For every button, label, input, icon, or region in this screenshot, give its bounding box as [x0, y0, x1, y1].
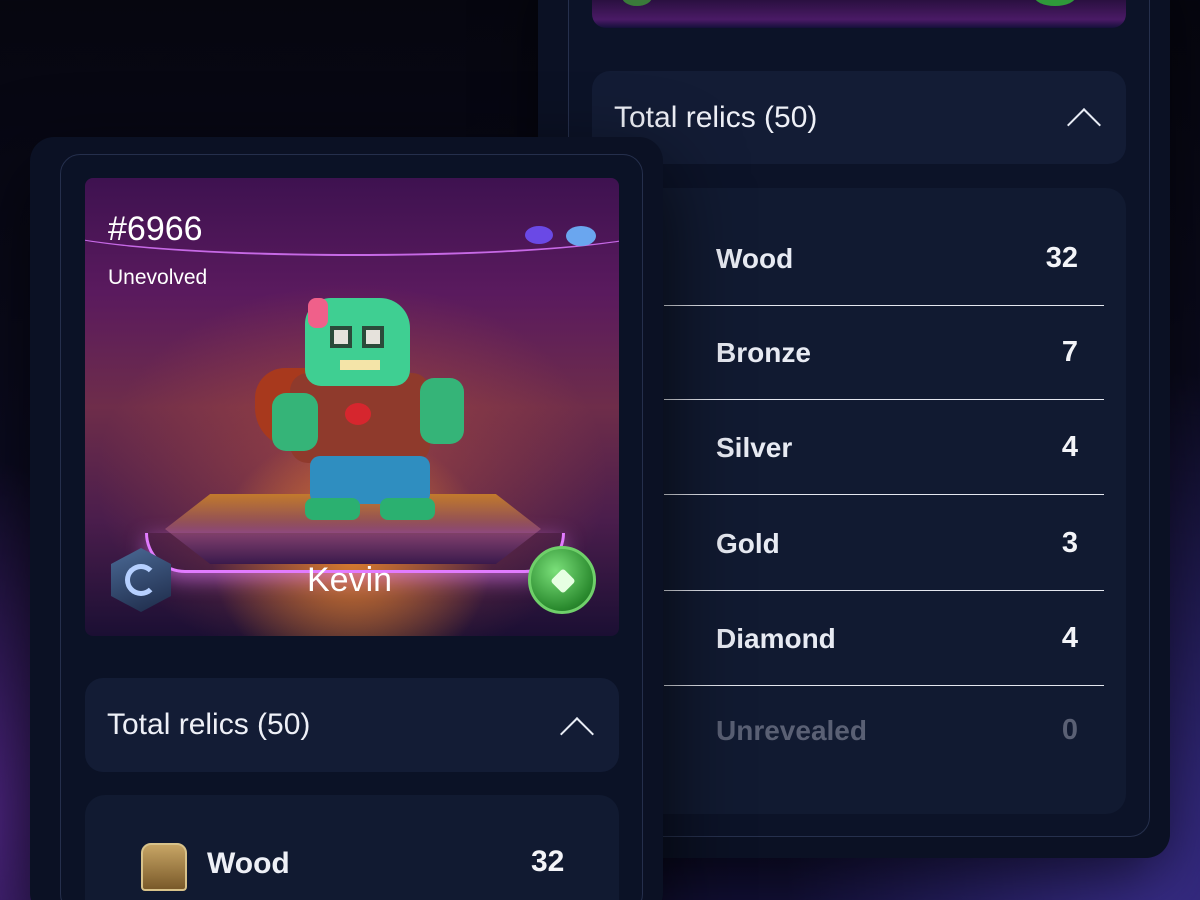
relic-count: 32	[1045, 242, 1078, 274]
relic-label: Bronze	[716, 337, 811, 368]
nft-hero-image[interactable]: #6966 Unevolved Kevin	[85, 178, 619, 636]
nft-name: Kevin	[307, 561, 393, 599]
relic-row-diamond: Diamond 4	[626, 590, 1104, 686]
relics-list: Wood 32 Bronze 7 Silver 4 Gold 3 Diamond…	[592, 188, 1126, 814]
green-gem-icon	[528, 546, 596, 614]
relic-count: 7	[1061, 336, 1078, 368]
nft-number: #6966	[108, 210, 203, 248]
relic-count: 3	[1061, 527, 1078, 559]
back-card-hero-edge	[592, 0, 1126, 28]
relics-list: Wood 32	[85, 795, 619, 900]
zombie-character	[250, 298, 480, 523]
wood-chest-icon	[141, 843, 187, 891]
indicator-dot	[525, 226, 553, 244]
relic-label: Gold	[716, 528, 780, 559]
badge-icon	[1034, 0, 1076, 6]
relic-label: Wood	[716, 243, 794, 274]
relic-label: Diamond	[716, 623, 836, 654]
nft-status: Unevolved	[108, 266, 208, 289]
relic-label: Unrevealed	[716, 715, 867, 746]
total-relics-title: Total relics (50)	[107, 708, 311, 741]
relic-row-silver: Silver 4	[626, 399, 1104, 495]
total-relics-toggle[interactable]: Total relics (50)	[592, 71, 1126, 164]
badge-icon	[622, 0, 652, 6]
chevron-up-icon[interactable]	[560, 717, 594, 751]
indicator-dot	[566, 226, 596, 246]
total-relics-toggle[interactable]: Total relics (50)	[85, 678, 619, 772]
relic-label: Wood	[207, 847, 290, 880]
relic-row-unrevealed: Unrevealed 0	[626, 682, 1104, 778]
relic-row-gold: Gold 3	[626, 495, 1104, 591]
relic-row-bronze: Bronze 7	[626, 304, 1104, 400]
relic-count: 4	[1061, 431, 1078, 463]
relic-row-wood: Wood 32	[626, 210, 1104, 306]
relic-count: 0	[1061, 714, 1078, 746]
relic-label: Silver	[716, 432, 793, 463]
total-relics-title: Total relics (50)	[614, 101, 818, 134]
relic-count: 32	[531, 845, 565, 878]
relic-count: 4	[1061, 622, 1078, 654]
chevron-up-icon[interactable]	[1067, 108, 1101, 142]
